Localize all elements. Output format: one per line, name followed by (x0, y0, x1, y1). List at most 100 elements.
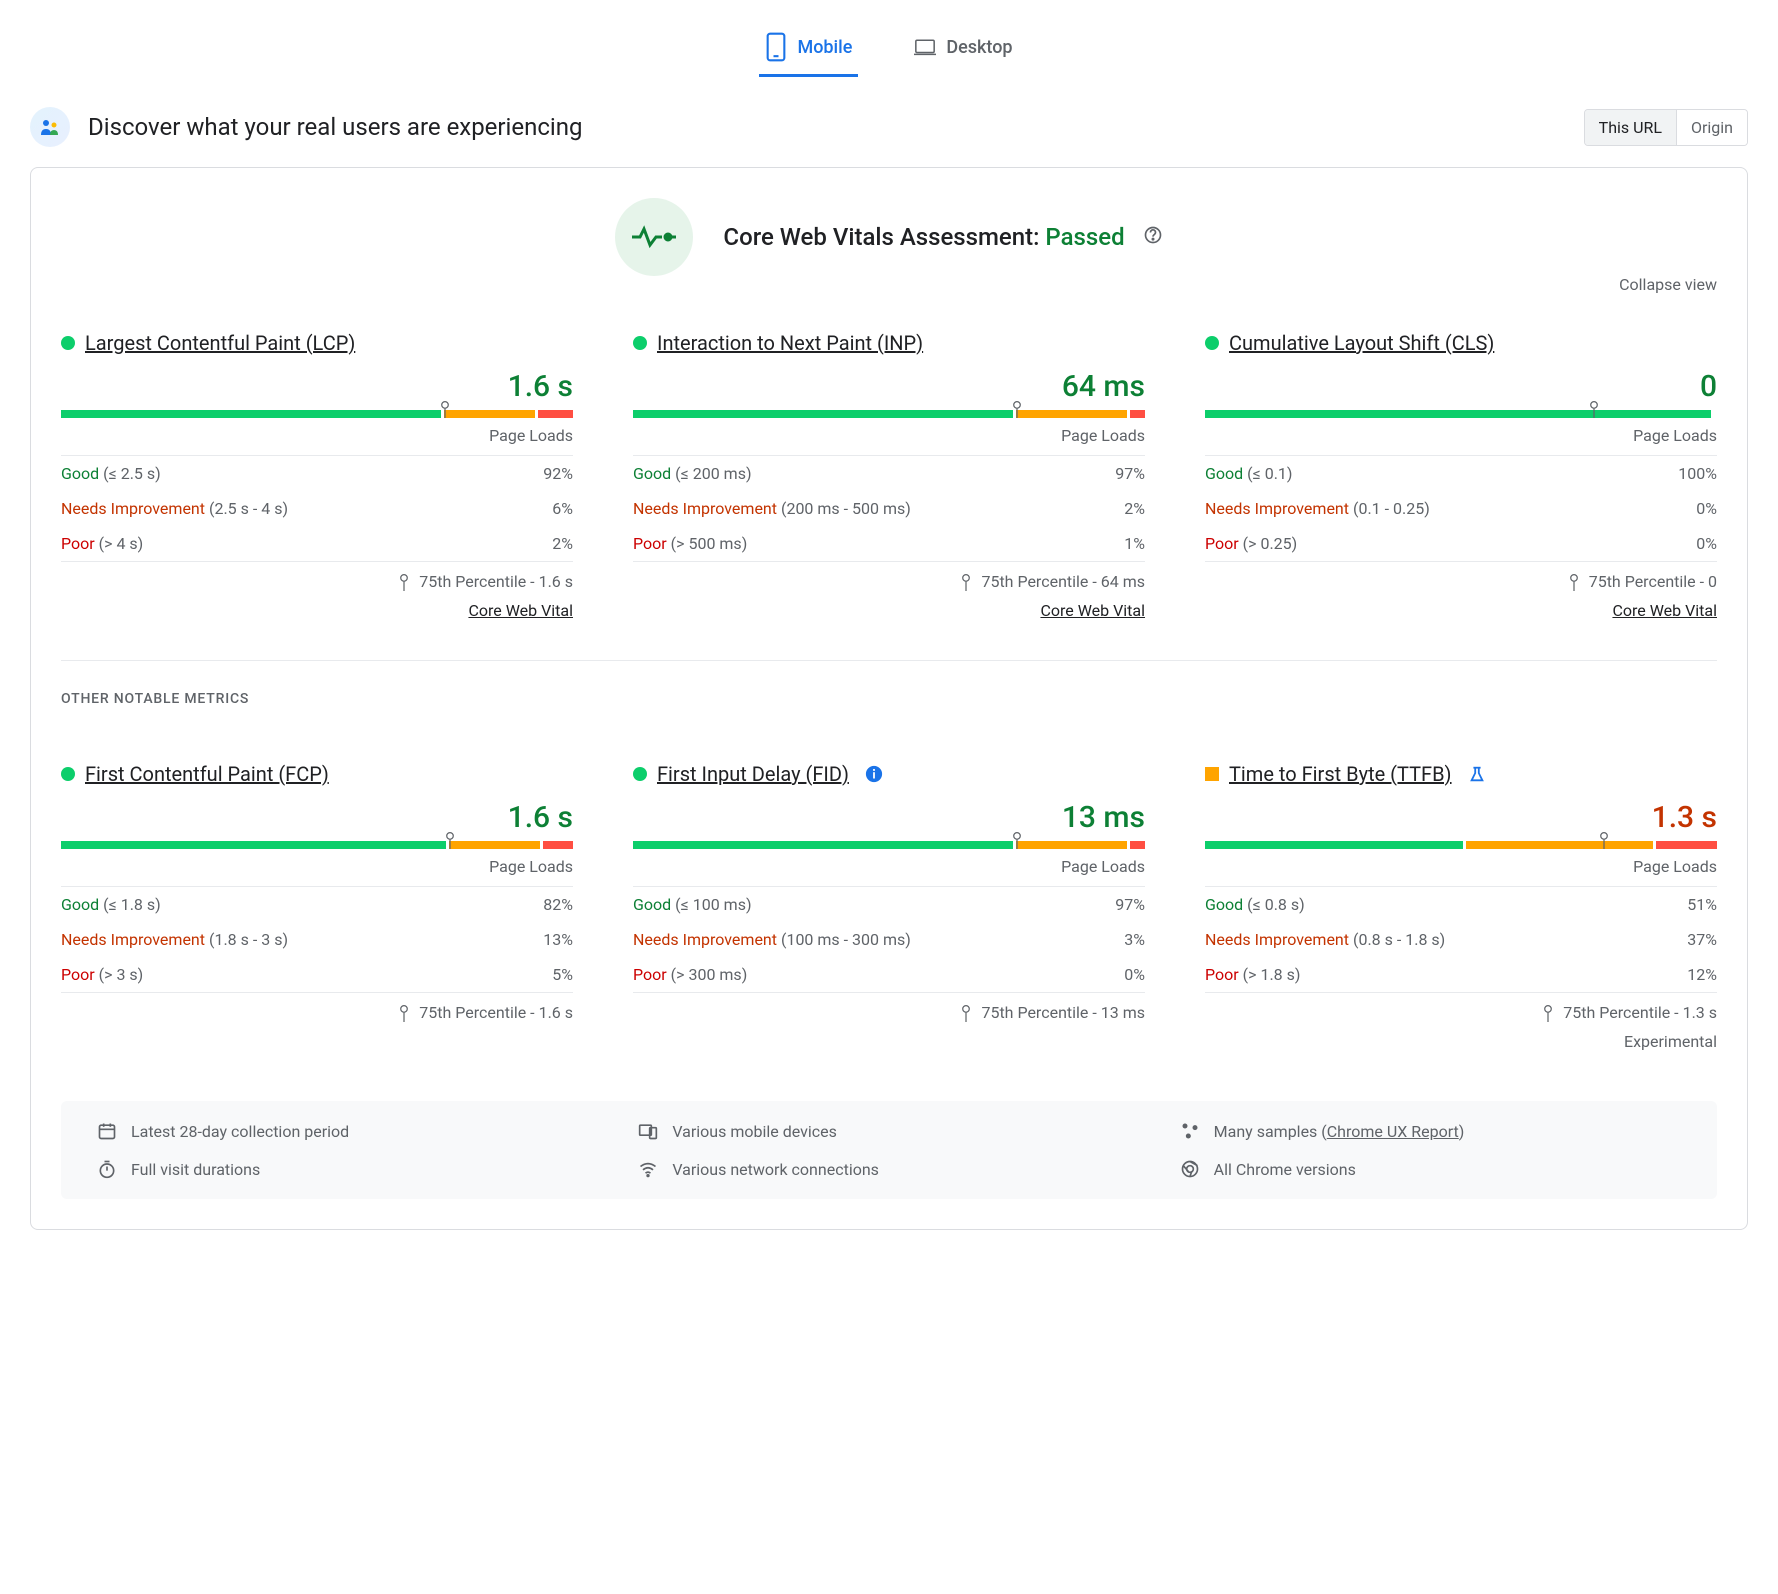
metric-lcp: Largest Contentful Paint (LCP) 1.6 s Pag… (61, 331, 573, 620)
metric-name-ttfb[interactable]: Time to First Byte (TTFB) (1229, 762, 1452, 786)
percentile-foot: 75th Percentile - 0 (1205, 561, 1717, 591)
status-dot (61, 767, 75, 781)
metric-name-fcp[interactable]: First Contentful Paint (FCP) (85, 762, 329, 786)
percentile-pin (1010, 400, 1024, 418)
distribution-bar (633, 410, 1145, 418)
page-loads-label: Page Loads (61, 857, 573, 876)
status-dot (61, 336, 75, 350)
distribution-bar (61, 410, 573, 418)
device-tabs: Mobile Desktop (30, 0, 1748, 77)
metric-name-lcp[interactable]: Largest Contentful Paint (LCP) (85, 331, 355, 355)
stopwatch-icon (97, 1159, 117, 1179)
metric-fcp: First Contentful Paint (FCP) 1.6 s Page … (61, 762, 573, 1051)
desktop-icon (914, 32, 936, 62)
tab-mobile[interactable]: Mobile (759, 20, 858, 77)
status-dot (633, 767, 647, 781)
dist-poor-seg (1130, 841, 1145, 849)
dist-ni-seg (1016, 841, 1127, 849)
footer-info: Latest 28-day collection period Various … (61, 1101, 1717, 1199)
experimental-label: Experimental (1205, 1032, 1717, 1051)
calendar-icon (97, 1121, 117, 1141)
percentile-foot: 75th Percentile - 1.6 s (61, 992, 573, 1022)
metric-value-fid: 13 ms (633, 800, 1145, 835)
dist-poor-seg (1130, 410, 1145, 418)
dist-poor-seg (543, 841, 573, 849)
scope-this-url[interactable]: This URL (1585, 110, 1676, 145)
percentile-pin (1587, 400, 1601, 418)
core-web-vital-link[interactable]: Core Web Vital (468, 601, 573, 620)
assessment-prefix: Core Web Vitals Assessment: (723, 223, 1045, 251)
dist-good-seg (61, 841, 446, 849)
footer-period: Latest 28-day collection period (97, 1121, 598, 1141)
page-loads-label: Page Loads (1205, 426, 1717, 445)
metric-name-fid[interactable]: First Input Delay (FID) (657, 762, 849, 786)
metric-value-fcp: 1.6 s (61, 800, 573, 835)
dist-poor-seg (1656, 841, 1717, 849)
distribution-bar (1205, 410, 1717, 418)
dist-good-seg (633, 410, 1013, 418)
page-loads-label: Page Loads (61, 426, 573, 445)
metric-name-inp[interactable]: Interaction to Next Paint (INP) (657, 331, 923, 355)
footer-chrome: All Chrome versions (1180, 1159, 1681, 1179)
flask-icon[interactable] (1468, 765, 1486, 783)
crux-link[interactable]: Chrome UX Report (1327, 1122, 1459, 1141)
metric-name-cls[interactable]: Cumulative Layout Shift (CLS) (1229, 331, 1494, 355)
metric-fid: First Input Delay (FID) 13 ms Page Loads… (633, 762, 1145, 1051)
footer-samples: Many samples (Chrome UX Report) (1180, 1121, 1681, 1141)
metric-value-ttfb: 1.3 s (1205, 800, 1717, 835)
page-loads-label: Page Loads (633, 426, 1145, 445)
metric-value-lcp: 1.6 s (61, 369, 573, 404)
metric-value-inp: 64 ms (633, 369, 1145, 404)
mobile-icon (765, 32, 787, 62)
metric-cls: Cumulative Layout Shift (CLS) 0 Page Loa… (1205, 331, 1717, 620)
metric-inp: Interaction to Next Paint (INP) 64 ms Pa… (633, 331, 1145, 620)
dist-good-seg (1205, 410, 1711, 418)
footer-durations: Full visit durations (97, 1159, 598, 1179)
pulse-icon (615, 198, 693, 276)
footer-devices: Various mobile devices (638, 1121, 1139, 1141)
collapse-view[interactable]: Collapse view (1619, 275, 1717, 294)
samples-icon (1180, 1121, 1200, 1141)
dist-poor-seg (538, 410, 573, 418)
distribution-bar (1205, 841, 1717, 849)
scope-origin[interactable]: Origin (1676, 110, 1747, 145)
percentile-pin (443, 831, 457, 849)
info-icon[interactable] (865, 765, 883, 783)
dist-ni-seg (449, 841, 540, 849)
page-loads-label: Page Loads (1205, 857, 1717, 876)
divider (61, 660, 1717, 661)
page-loads-label: Page Loads (633, 857, 1145, 876)
wifi-icon (638, 1159, 658, 1179)
core-web-vital-link[interactable]: Core Web Vital (1040, 601, 1145, 620)
dist-good-seg (61, 410, 441, 418)
percentile-foot: 75th Percentile - 1.6 s (61, 561, 573, 591)
other-metrics-heading: OTHER NOTABLE METRICS (61, 691, 1717, 707)
footer-network: Various network connections (638, 1159, 1139, 1179)
distribution-bar (633, 841, 1145, 849)
page-title: Discover what your real users are experi… (88, 113, 582, 141)
percentile-foot: 75th Percentile - 13 ms (633, 992, 1145, 1022)
tab-desktop-label: Desktop (946, 37, 1012, 58)
percentile-pin (1010, 831, 1024, 849)
assessment-text: Core Web Vitals Assessment: Passed (723, 223, 1162, 251)
assessment-status: Passed (1045, 223, 1124, 251)
status-square (1205, 767, 1219, 781)
field-data-card: Core Web Vitals Assessment: Passed Colla… (30, 167, 1748, 1230)
status-dot (633, 336, 647, 350)
users-icon (30, 107, 70, 147)
chrome-icon (1180, 1159, 1200, 1179)
metric-value-cls: 0 (1205, 369, 1717, 404)
devices-icon (638, 1121, 658, 1141)
percentile-pin (438, 400, 452, 418)
metric-ttfb: Time to First Byte (TTFB) 1.3 s Page Loa… (1205, 762, 1717, 1051)
dist-ni-seg (444, 410, 535, 418)
help-icon[interactable] (1143, 225, 1163, 245)
dist-ni-seg (1466, 841, 1653, 849)
core-web-vital-link[interactable]: Core Web Vital (1612, 601, 1717, 620)
percentile-pin (1597, 831, 1611, 849)
scope-segmented: This URL Origin (1584, 109, 1748, 146)
dist-good-seg (1205, 841, 1463, 849)
dist-good-seg (633, 841, 1013, 849)
percentile-foot: 75th Percentile - 64 ms (633, 561, 1145, 591)
tab-desktop[interactable]: Desktop (908, 20, 1018, 77)
